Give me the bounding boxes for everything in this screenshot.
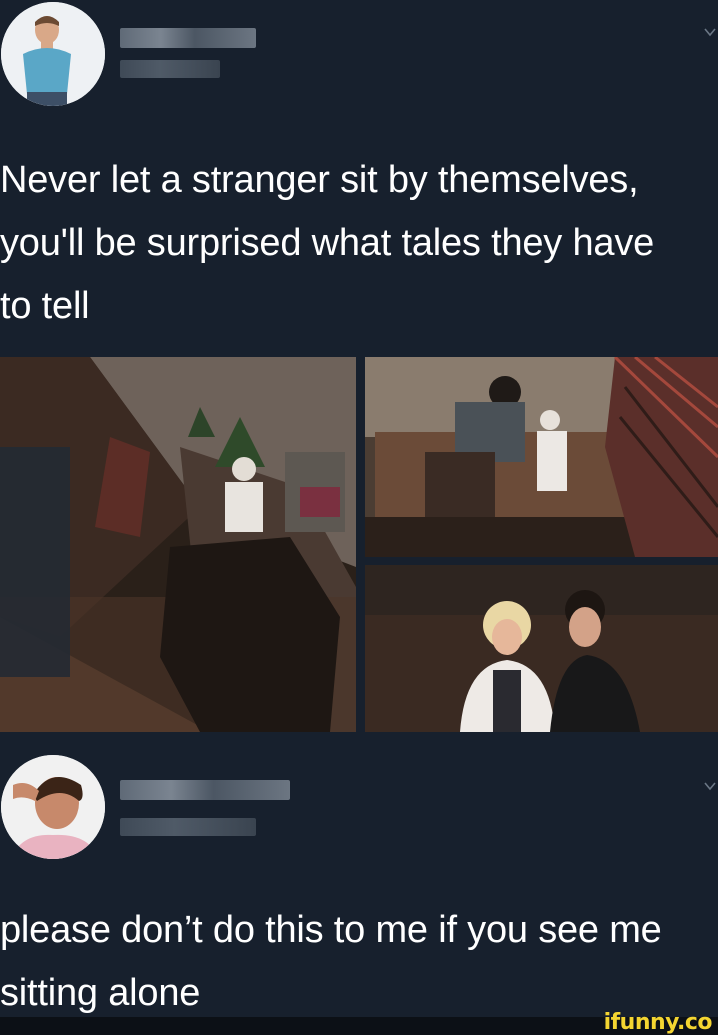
photo-restaurant-table[interactable] — [365, 357, 718, 557]
tweet1-text: Never let a stranger sit by themselves, … — [0, 159, 655, 327]
photo-restaurant-wide[interactable] — [0, 357, 356, 732]
user1-display-name[interactable] — [120, 28, 256, 48]
ifunny-watermark: ifunny.co — [603, 1010, 713, 1035]
photo-selfie[interactable] — [365, 565, 718, 732]
chevron-down-icon[interactable] — [703, 779, 717, 793]
user1-handle — [120, 60, 220, 78]
avatar-user2-image — [1, 755, 105, 859]
tweet1-photo-grid[interactable] — [0, 357, 718, 732]
chevron-down-icon[interactable] — [703, 25, 717, 39]
user2-display-name[interactable] — [120, 780, 290, 800]
avatar-user2[interactable] — [1, 755, 105, 859]
avatar-user1-image — [1, 2, 105, 106]
avatar-user1[interactable] — [1, 2, 105, 106]
tweet2-text: please don’t do this to me if you see me… — [0, 909, 662, 1014]
user2-handle — [120, 818, 256, 836]
